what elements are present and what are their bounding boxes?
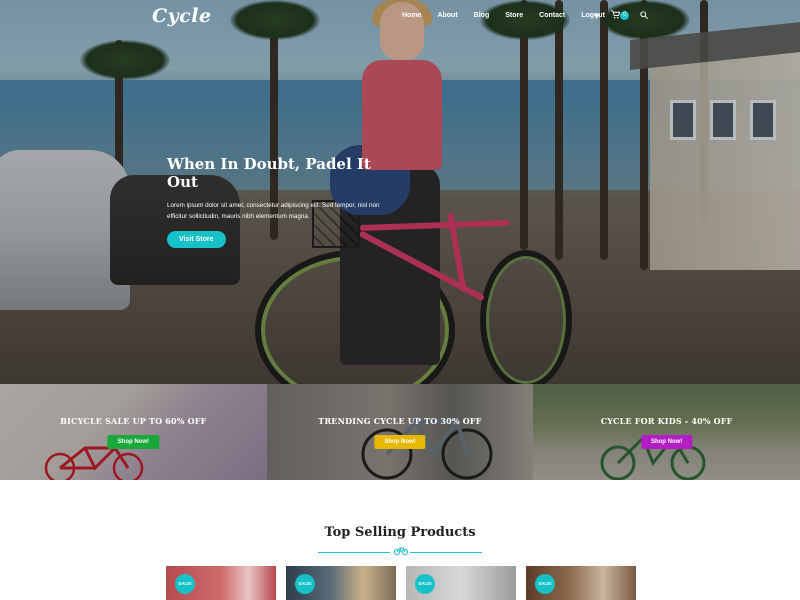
nav-link-blog[interactable]: Blog [474, 12, 490, 19]
sale-badge: SALE! [535, 574, 555, 594]
hero-section [0, 0, 800, 384]
product-card[interactable]: SALE! [406, 566, 516, 600]
nav-link-store[interactable]: Store [505, 12, 523, 19]
promo-overlay [533, 384, 800, 480]
nav-link-about[interactable]: About [437, 12, 457, 19]
product-card[interactable]: SALE! [286, 566, 396, 600]
cart-count-badge: 0 [620, 11, 630, 20]
sale-badge: SALE! [175, 574, 195, 594]
hero-overlay [0, 0, 800, 384]
hero-content: When In Doubt, Padel It Out Lorem ipsum … [167, 155, 397, 248]
promo-cycle-for-kids[interactable]: CYCLE FOR KIDS - 40% OFF Shop Now! [533, 384, 800, 480]
top-navigation: Cycle Home About Blog Store Contact Logo… [0, 0, 800, 34]
promo-banners: BICYCLE SALE UP TO 60% OFF Shop Now! TRE… [0, 384, 800, 480]
nav-link-contact[interactable]: Contact [539, 12, 565, 19]
cart-icon[interactable]: 0 [611, 10, 630, 22]
promo-title: BICYCLE SALE UP TO 60% OFF [60, 416, 207, 426]
nav-icons: ♥ 0 [594, 10, 660, 22]
bicycle-divider-icon [394, 547, 408, 556]
hero-description: Lorem ipsum dolor sit amet, consectetur … [167, 202, 380, 220]
section-title: Top Selling Products [324, 525, 476, 540]
promo-title: TRENDING CYCLE UP TO 30% OFF [318, 416, 482, 426]
section-divider-left [318, 552, 390, 553]
shop-now-button[interactable]: Shop Now! [107, 435, 159, 449]
nav-link-home[interactable]: Home [402, 12, 421, 19]
shop-now-button[interactable]: Shop Now! [640, 435, 693, 449]
main-menu: Home About Blog Store Contact Logout [402, 12, 621, 19]
visit-store-button[interactable]: Visit Store [167, 231, 226, 248]
search-icon[interactable] [640, 10, 649, 22]
shop-now-button[interactable]: Shop Now! [374, 435, 426, 449]
promo-overlay [266, 384, 534, 480]
promo-overlay [0, 384, 267, 480]
section-divider-right [410, 552, 482, 553]
product-card[interactable]: SALE! [166, 566, 276, 600]
promo-bicycle-sale[interactable]: BICYCLE SALE UP TO 60% OFF Shop Now! [0, 384, 267, 480]
site-logo[interactable]: Cycle [152, 5, 212, 27]
sale-badge: SALE! [295, 574, 315, 594]
heart-icon[interactable]: ♥ [594, 10, 599, 22]
sale-badge: SALE! [415, 574, 435, 594]
hero-title: When In Doubt, Padel It Out [167, 155, 371, 191]
product-list: SALE! SALE! SALE! SALE! [166, 566, 636, 600]
promo-title: CYCLE FOR KIDS - 40% OFF [600, 416, 733, 426]
product-card[interactable]: SALE! [526, 566, 636, 600]
top-selling-section: Top Selling Products SALE! SALE! SALE! S… [0, 480, 800, 600]
promo-trending-cycle[interactable]: TRENDING CYCLE UP TO 30% OFF Shop Now! [266, 384, 534, 480]
